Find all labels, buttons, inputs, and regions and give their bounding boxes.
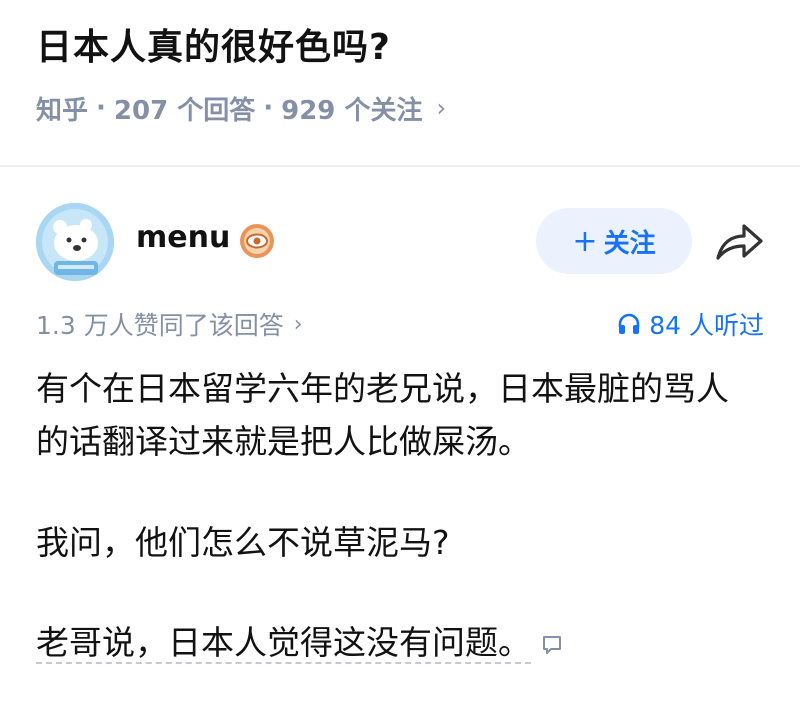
source-label: 知乎: [36, 95, 89, 126]
answer-paragraph: 老哥说，日本人觉得这没有问题。: [36, 616, 756, 669]
meta-separator: ·: [96, 93, 106, 123]
author-row: menu + 关注: [36, 200, 764, 284]
divider: [0, 165, 800, 167]
answer-paragraph: 有个在日本留学六年的老兄说，日本最脏的骂人的话翻译过来就是把人比做屎汤。: [36, 369, 729, 461]
follow-label: 关注: [603, 228, 656, 259]
share-arrow-icon[interactable]: [714, 220, 764, 262]
annotated-text[interactable]: 老哥说，日本人觉得这没有问题。: [36, 623, 531, 664]
follow-button[interactable]: + 关注: [536, 208, 692, 274]
question-meta[interactable]: 知乎 · 207 个回答 · 929 个关注 ›: [36, 90, 446, 126]
listens-text: 84 人听过: [649, 311, 764, 340]
followers-count: 929 个关注: [281, 95, 423, 126]
author-name[interactable]: menu: [136, 220, 230, 255]
approvals-link[interactable]: 1.3 万人赞同了该回答 ›: [36, 306, 303, 342]
question-title[interactable]: 日本人真的很好色吗?: [36, 18, 391, 70]
answers-count: 207 个回答: [113, 95, 256, 126]
listens-link[interactable]: 84 人听过: [617, 306, 764, 342]
answer-paragraph: 我问，他们怎么不说草泥马?: [36, 523, 450, 562]
meta-separator: ·: [263, 93, 274, 123]
headphones-icon: [618, 313, 640, 334]
chevron-right-icon: ›: [436, 94, 447, 122]
approvals-text: 1.3 万人赞同了该回答: [36, 311, 284, 340]
plus-icon: +: [572, 223, 598, 259]
eye-badge-icon: [240, 224, 274, 258]
chevron-right-icon: ›: [293, 311, 303, 337]
polar-bear-avatar-icon: [36, 203, 114, 281]
avatar[interactable]: [36, 203, 114, 281]
comment-bubble-icon[interactable]: [541, 634, 563, 656]
stats-row: 1.3 万人赞同了该回答 › 84 人听过: [36, 306, 764, 342]
